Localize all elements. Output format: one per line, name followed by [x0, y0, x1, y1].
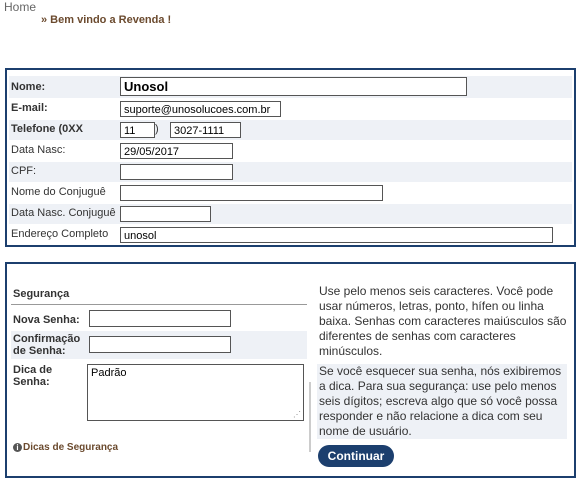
cpf-label: CPF: [11, 165, 37, 177]
confirmacao-input[interactable] [89, 336, 231, 353]
telefone-label: Telefone (0XX [11, 123, 83, 135]
dica-label-line2: Senha: [13, 376, 50, 388]
data-nasc-input[interactable]: 29/05/2017 [120, 143, 233, 159]
cpf-input[interactable] [120, 164, 233, 180]
email-label: E-mail: [11, 102, 48, 114]
row-email: E-mail: suporte@unosolucoes.com.br [9, 99, 572, 119]
row-conjuge: Nome do Conjuguê [9, 183, 572, 203]
telefone-ddd-input[interactable]: 11 [120, 122, 155, 138]
telefone-paren: ) [155, 123, 159, 135]
nome-label: Nome: [11, 81, 46, 93]
confirmacao-label-line2: de Senha: [13, 345, 66, 357]
profile-panel: Nome: Unosol E-mail: suporte@unosolucoes… [5, 68, 576, 247]
dica-value: Padrão [91, 367, 127, 379]
password-help-text: Use pelo menos seis caracteres. Você pod… [319, 284, 567, 358]
row-data-nasc: Data Nasc: 29/05/2017 [9, 141, 572, 161]
conjuge-nasc-label: Data Nasc. Conjuguê [11, 207, 116, 219]
conjuge-nasc-input[interactable] [120, 206, 211, 222]
resize-grip-icon[interactable]: ⋰ [293, 410, 301, 419]
nome-input[interactable]: Unosol [120, 77, 467, 96]
breadcrumb-home[interactable]: Home [4, 0, 36, 14]
conjuge-input[interactable] [120, 185, 383, 201]
continue-button[interactable]: Continuar [318, 445, 394, 467]
nova-senha-label: Nova Senha: [13, 314, 80, 326]
dica-textarea[interactable]: Padrão ⋰ [87, 364, 304, 421]
dica-label: Dica de Senha: [13, 364, 52, 388]
dica-label-line1: Dica de [13, 364, 53, 376]
security-panel: Segurança Nova Senha: Confirmação de Sen… [5, 262, 576, 478]
telefone-number-input[interactable]: 3027-1111 [170, 122, 241, 138]
row-cpf: CPF: [9, 162, 572, 182]
row-endereco: Endereço Completo unosol [9, 225, 572, 245]
nova-senha-input[interactable] [89, 310, 231, 327]
endereco-input[interactable]: unosol [120, 227, 553, 243]
security-tips-link[interactable]: i Dicas de Segurança [13, 442, 118, 453]
endereco-label: Endereço Completo [11, 228, 109, 240]
row-confirmacao: Confirmação de Senha: [11, 331, 307, 359]
confirmacao-label-line1: Confirmação [13, 333, 81, 345]
hint-help-text: Se você esquecer sua senha, nós exibirem… [317, 364, 567, 439]
security-tips-label: Dicas de Segurança [23, 442, 119, 453]
row-telefone: Telefone (0XX 11 ) 3027-1111 [9, 120, 572, 140]
confirmacao-label: Confirmação de Senha: [13, 333, 80, 357]
data-nasc-label: Data Nasc: [11, 144, 66, 156]
security-title: Segurança [13, 288, 70, 300]
welcome-message: » Bem vindo a Revenda ! [41, 14, 172, 26]
info-icon: i [13, 443, 22, 452]
vertical-divider [309, 382, 311, 452]
email-input[interactable]: suporte@unosolucoes.com.br [120, 101, 281, 117]
conjuge-label: Nome do Conjuguê [11, 186, 106, 198]
row-nome: Nome: Unosol [9, 76, 572, 98]
row-conjuge-nasc: Data Nasc. Conjuguê [9, 204, 572, 224]
security-divider [11, 304, 307, 305]
row-nova-senha: Nova Senha: [11, 308, 307, 330]
